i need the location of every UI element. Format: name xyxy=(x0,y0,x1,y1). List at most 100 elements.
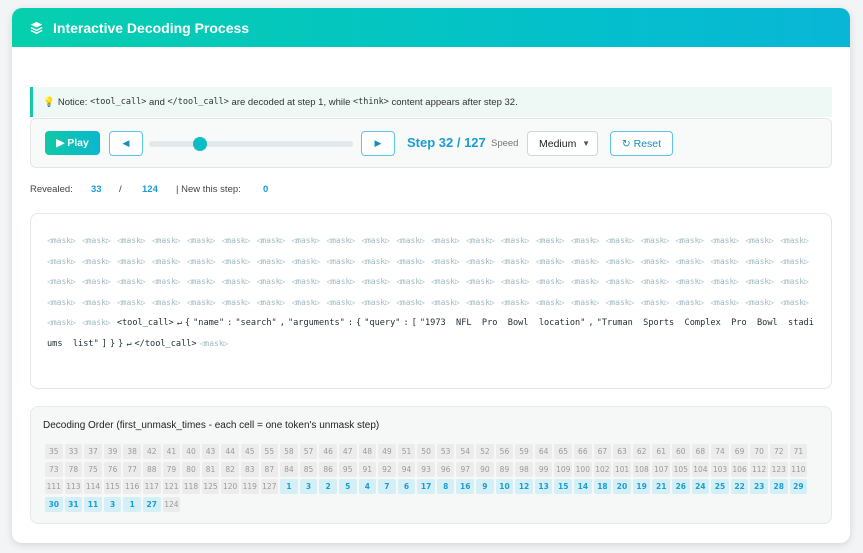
order-cell: 72 xyxy=(769,444,788,459)
order-cell: 5 xyxy=(338,479,357,494)
order-cell: 42 xyxy=(142,444,161,459)
order-cell: 71 xyxy=(789,444,808,459)
revealed-token: : xyxy=(227,318,233,328)
order-cell: 45 xyxy=(240,444,259,459)
order-cell: 69 xyxy=(730,444,749,459)
masked-token: ◁mask▷ xyxy=(675,277,705,286)
masked-token: ◁mask▷ xyxy=(570,277,600,286)
order-cell: 107 xyxy=(652,461,670,477)
step-slider[interactable] xyxy=(149,137,353,151)
notice-text: and xyxy=(146,96,168,108)
revealed-token: , xyxy=(588,318,594,328)
revealed-token: : xyxy=(403,318,409,328)
order-cell: 7 xyxy=(378,479,396,494)
order-cell: 115 xyxy=(103,479,122,494)
masked-token: ◁mask▷ xyxy=(186,277,216,286)
order-cell: 89 xyxy=(495,461,514,477)
order-cell: 127 xyxy=(260,479,279,494)
masked-token: ◁mask▷ xyxy=(361,236,391,245)
masked-token: ◁mask▷ xyxy=(500,236,530,245)
speed-label: Speed xyxy=(491,138,519,149)
order-cell: 123 xyxy=(769,461,788,477)
order-cell: 9 xyxy=(476,479,494,494)
order-cell: 2 xyxy=(319,479,337,494)
notice-code: </tool_call> xyxy=(167,97,229,107)
revealed-token: "1973 NFL Pro Bowl location" xyxy=(419,318,586,328)
order-cell: 23 xyxy=(750,479,768,494)
order-cell: 37 xyxy=(84,444,102,459)
masked-token: ◁mask▷ xyxy=(221,277,251,286)
order-cell: 16 xyxy=(456,479,475,494)
reveal-stats: Revealed: 33 / 124 | New this step: 0 xyxy=(30,184,268,195)
order-cell: 83 xyxy=(240,461,259,477)
order-cell: 13 xyxy=(534,479,553,494)
order-cell: 114 xyxy=(84,479,102,494)
masked-token: ◁mask▷ xyxy=(396,297,425,307)
revealed-token: "query" xyxy=(364,318,401,328)
order-cell: 52 xyxy=(476,444,494,459)
masked-token: ◁mask▷ xyxy=(361,256,391,266)
order-cell: 101 xyxy=(613,461,631,477)
order-cell: 76 xyxy=(103,461,122,477)
order-cell: 28 xyxy=(769,479,788,494)
order-cell: 104 xyxy=(691,461,710,477)
masked-token: ◁mask▷ xyxy=(430,277,460,286)
masked-token: ◁mask▷ xyxy=(116,256,146,266)
order-cell: 63 xyxy=(613,444,631,459)
order-cell: 62 xyxy=(632,444,651,459)
order-cell: 21 xyxy=(652,479,670,494)
revealed-token: [ xyxy=(411,318,417,328)
notice-banner: 💡 Notice: <tool_call> and </tool_call> a… xyxy=(30,87,832,117)
masked-token: ◁mask▷ xyxy=(500,297,530,307)
order-cell: 46 xyxy=(319,444,337,459)
masked-token: ◁mask▷ xyxy=(640,277,670,286)
order-cell: 124 xyxy=(162,496,181,512)
masked-token: ◁mask▷ xyxy=(151,277,181,286)
order-cell: 47 xyxy=(338,444,357,459)
speed-value: Medium xyxy=(539,137,577,150)
order-cell: 102 xyxy=(593,461,612,477)
masked-token: ◁mask▷ xyxy=(199,338,229,348)
masked-token: ◁mask▷ xyxy=(291,236,321,245)
order-cell: 111 xyxy=(45,479,63,494)
next-step-button[interactable]: ▶ xyxy=(361,131,395,156)
order-cell: 20 xyxy=(613,479,631,494)
masked-token: ◁mask▷ xyxy=(186,236,216,245)
order-cell: 51 xyxy=(397,444,416,459)
order-cell: 43 xyxy=(201,444,220,459)
order-cell: 100 xyxy=(574,461,592,477)
revealed-token: , xyxy=(279,318,285,328)
order-cell: 6 xyxy=(397,479,416,494)
play-button[interactable]: ▶ Play xyxy=(45,131,100,155)
masked-token: ◁mask▷ xyxy=(430,297,460,307)
order-cell: 3 xyxy=(103,496,122,512)
revealed-label: Revealed: xyxy=(30,184,73,195)
reset-button[interactable]: ↻ Reset xyxy=(610,131,673,156)
order-cell: 106 xyxy=(730,461,749,477)
masked-token: ◁mask▷ xyxy=(780,236,809,245)
order-cell: 74 xyxy=(711,444,729,459)
slider-thumb[interactable] xyxy=(193,137,208,151)
masked-token: ◁mask▷ xyxy=(186,297,216,307)
masked-token: ◁mask▷ xyxy=(780,297,809,307)
masked-token: ◁mask▷ xyxy=(535,236,565,245)
order-cell: 99 xyxy=(534,461,553,477)
panel-header: Interactive Decoding Process xyxy=(12,8,850,47)
speed-select[interactable]: Medium ▼ xyxy=(527,131,598,156)
order-cell: 33 xyxy=(64,444,83,459)
order-cell: 48 xyxy=(358,444,377,459)
notice-text: content appears after step 32. xyxy=(388,96,518,108)
masked-token: ◁mask▷ xyxy=(256,277,286,286)
masked-token: ◁mask▷ xyxy=(500,256,530,266)
masked-token: ◁mask▷ xyxy=(535,277,565,286)
order-cell: 18 xyxy=(593,479,612,494)
masked-token: ◁mask▷ xyxy=(361,277,391,286)
masked-token: ◁mask▷ xyxy=(675,297,705,307)
prev-step-button[interactable]: ◀ xyxy=(109,131,143,156)
decoding-order-panel: Decoding Order (first_unmask_times - eac… xyxy=(30,406,832,524)
order-cell: 10 xyxy=(495,479,514,494)
revealed-token: ] xyxy=(101,338,107,349)
masked-token: ◁mask▷ xyxy=(465,277,495,286)
new-this-step-label: | New this step: xyxy=(176,184,241,195)
order-cell: 3 xyxy=(299,479,318,494)
